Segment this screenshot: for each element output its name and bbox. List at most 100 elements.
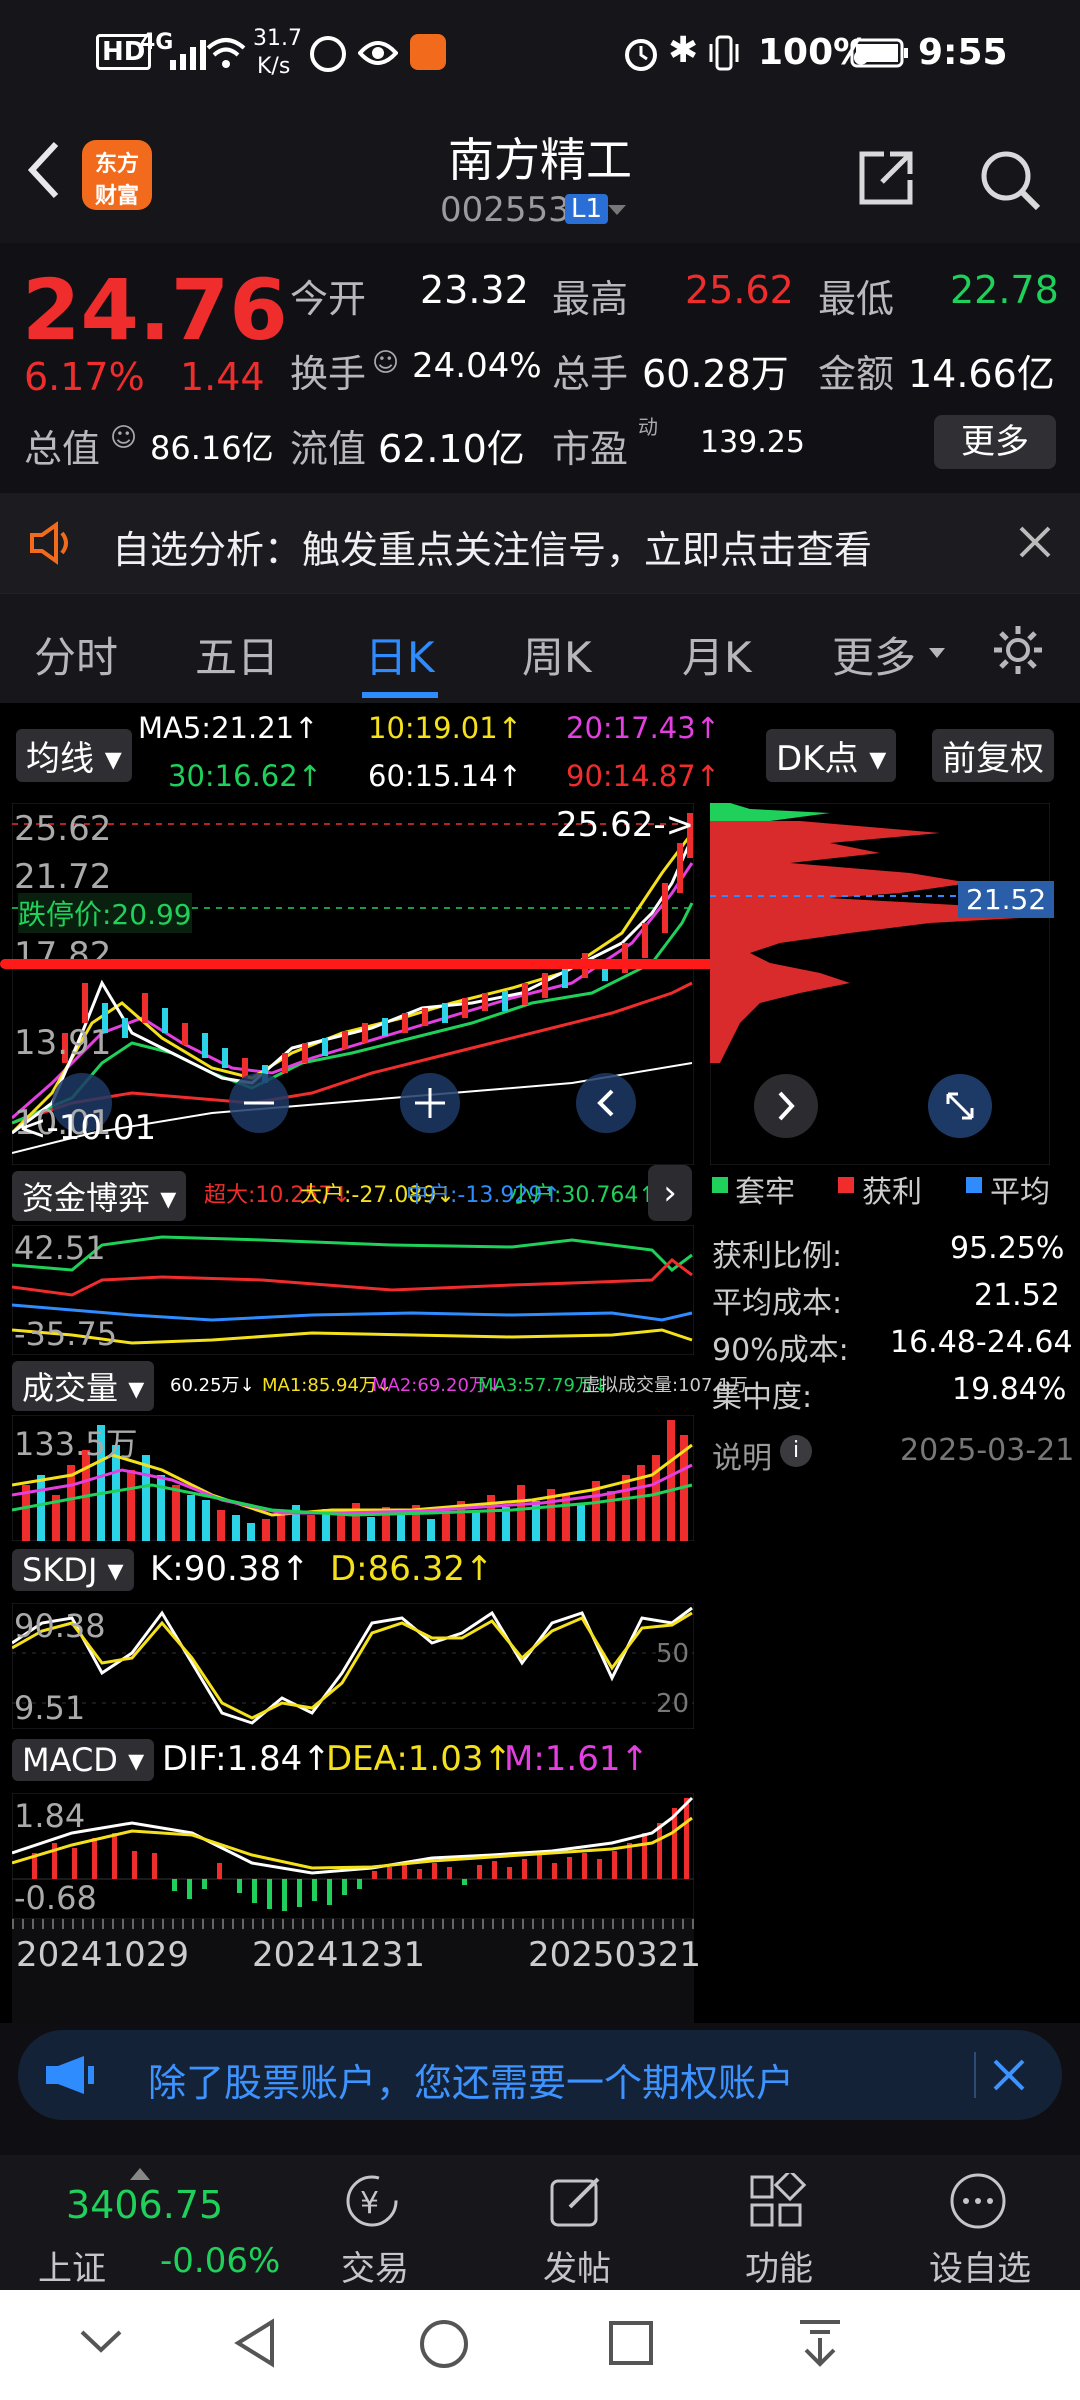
battery-icon bbox=[850, 38, 910, 72]
y-label-2: 21.72 bbox=[14, 857, 112, 897]
amount-label: 金额 bbox=[818, 352, 895, 396]
level-badge[interactable]: L1 bbox=[565, 194, 609, 224]
trade-icon[interactable]: ¥ bbox=[342, 2173, 406, 2233]
app-icon bbox=[410, 34, 446, 70]
macd-dif: DIF:1.84↑ bbox=[162, 1739, 331, 1779]
tab-five-day[interactable]: 五日 bbox=[195, 624, 279, 685]
concentration-value: 19.84% bbox=[952, 1372, 1067, 1407]
banner-text: 除了股票账户，您还需要一个期权账户 bbox=[148, 2061, 795, 2105]
eye-icon bbox=[357, 38, 399, 72]
float-label: 流值 bbox=[290, 427, 367, 471]
tab-more[interactable]: 更多 bbox=[832, 624, 916, 685]
tab-weekly-k[interactable]: 周K bbox=[522, 624, 592, 685]
ma10-value: 10:19.01↑ bbox=[368, 711, 522, 745]
chevron-down-icon[interactable] bbox=[928, 644, 946, 663]
cost90-label: 90%成本: bbox=[712, 1333, 849, 1368]
adjust-price-button[interactable]: 前复权 bbox=[932, 729, 1054, 782]
macd-chart[interactable] bbox=[12, 1793, 694, 1919]
fund-game-label: 资金博弈 bbox=[22, 1179, 151, 1217]
skdj-y-bottom: 9.51 bbox=[14, 1689, 86, 1727]
svg-text:¥: ¥ bbox=[360, 2186, 379, 2221]
fund-game-button[interactable]: 资金博弈 ▾ bbox=[12, 1171, 187, 1221]
ma-indicator-button[interactable]: 均线 ▾ bbox=[16, 729, 132, 782]
volume-virtual: 虚拟成交量:107.1万 bbox=[582, 1375, 748, 1396]
edit-icon[interactable] bbox=[548, 2173, 608, 2233]
date-axis: 20241029 20241231 20250321 bbox=[12, 1919, 701, 2023]
legend-profit: 获利 bbox=[862, 1175, 922, 1210]
tab-daily-k[interactable]: 日K bbox=[365, 624, 435, 685]
nav-add-watchlist[interactable]: 设自选 bbox=[910, 2241, 1050, 2290]
recent-apps-icon[interactable] bbox=[608, 2320, 654, 2370]
index-change: -0.06% bbox=[160, 2241, 281, 2281]
close-icon[interactable] bbox=[1018, 525, 1052, 563]
ma20-value: 20:17.43↑ bbox=[566, 711, 720, 745]
speaker-icon bbox=[28, 521, 78, 569]
note-label[interactable]: 说明 bbox=[712, 1433, 772, 1477]
fund-small: 小户:30.764↑ bbox=[510, 1183, 657, 1208]
y-label-4: 13.91 bbox=[14, 1023, 112, 1063]
info-icon[interactable]: i bbox=[780, 1435, 812, 1467]
skdj-chart[interactable] bbox=[12, 1603, 694, 1729]
mktcap-value: 86.16亿 bbox=[150, 429, 274, 467]
fund-y-top: 42.51 bbox=[14, 1229, 106, 1267]
macd-dea: DEA:1.03↑ bbox=[326, 1739, 512, 1779]
cost90-value: 16.48-24.64 bbox=[890, 1325, 1073, 1360]
date-mid: 20241231 bbox=[252, 1935, 426, 1975]
volume-current: 60.25万↓ bbox=[170, 1375, 255, 1396]
dk-point-button[interactable]: DK点 ▾ bbox=[766, 729, 897, 782]
volume-value: 60.28万 bbox=[642, 352, 789, 396]
legend-trapped: 套牢 bbox=[735, 1175, 795, 1210]
macd-m: M:1.61↑ bbox=[504, 1739, 649, 1779]
skdj-label: SKDJ bbox=[22, 1551, 98, 1589]
close-icon[interactable] bbox=[992, 2058, 1026, 2096]
info-icon[interactable]: ☺ bbox=[372, 348, 399, 378]
skdj-button[interactable]: SKDJ ▾ bbox=[12, 1549, 134, 1591]
more-button[interactable]: 更多 bbox=[934, 415, 1056, 469]
dk-point-label: DK点 bbox=[776, 739, 859, 779]
vibrate-icon bbox=[708, 34, 740, 76]
limit-down-price: 跌停价:20.99 bbox=[18, 893, 192, 933]
high-marker: 25.62-> bbox=[556, 805, 695, 845]
chevron-down-icon[interactable] bbox=[606, 202, 628, 221]
profit-swatch bbox=[838, 1177, 854, 1193]
ma30-value: 30:16.62↑ bbox=[168, 759, 322, 793]
gear-icon[interactable] bbox=[990, 622, 1046, 682]
high-label: 最高 bbox=[552, 277, 629, 321]
avg-cost-label: 21.52 bbox=[958, 881, 1055, 918]
macd-y-top: 1.84 bbox=[14, 1797, 86, 1835]
index-value[interactable]: 3406.75 bbox=[66, 2183, 223, 2227]
analysis-notice[interactable]: 自选分析：触发重点关注信号，立即点击查看 bbox=[0, 493, 1080, 593]
nav-function[interactable]: 功能 bbox=[709, 2241, 849, 2290]
stock-header: 东方 财富 南方精工 002553 L1 bbox=[0, 108, 1080, 243]
grid-icon[interactable] bbox=[748, 2168, 808, 2233]
options-account-banner[interactable]: 除了股票账户，您还需要一个期权账户 bbox=[18, 2030, 1062, 2120]
tab-intraday[interactable]: 分时 bbox=[34, 624, 118, 685]
float-value: 62.10亿 bbox=[378, 427, 525, 471]
volume-button[interactable]: 成交量 ▾ bbox=[12, 1361, 155, 1411]
macd-label: MACD bbox=[22, 1741, 118, 1779]
share-icon[interactable] bbox=[856, 148, 916, 212]
home-nav-icon[interactable] bbox=[418, 2318, 470, 2374]
notification-pull-icon[interactable] bbox=[796, 2318, 844, 2372]
nav-trade[interactable]: 交易 bbox=[305, 2241, 445, 2290]
macd-y-bottom: -0.68 bbox=[14, 1879, 97, 1917]
change-amount: 1.44 bbox=[180, 355, 265, 399]
back-nav-icon[interactable] bbox=[232, 2318, 278, 2372]
pe-label: 市盈 bbox=[552, 427, 629, 471]
more-dots-icon[interactable] bbox=[948, 2173, 1008, 2233]
search-icon[interactable] bbox=[978, 148, 1042, 216]
chip-date: 2025-03-21 bbox=[900, 1433, 1075, 1468]
volume-y-top: 133.5万 bbox=[14, 1425, 138, 1463]
chevron-right-icon[interactable]: › bbox=[648, 1165, 692, 1221]
tab-monthly-k[interactable]: 月K bbox=[682, 624, 752, 685]
nav-post[interactable]: 发帖 bbox=[507, 2241, 647, 2290]
hide-keyboard-icon[interactable] bbox=[78, 2326, 124, 2360]
macd-button[interactable]: MACD ▾ bbox=[12, 1739, 155, 1781]
caret-up-icon bbox=[130, 2165, 150, 2184]
info-icon[interactable]: ☺ bbox=[110, 423, 137, 453]
skdj-ref-50: 50 bbox=[656, 1639, 690, 1669]
chip-distribution-chart[interactable] bbox=[710, 803, 1050, 1165]
legend-average: 平均 bbox=[990, 1175, 1050, 1210]
bottom-nav: 3406.75 上证 -0.06% ¥ 交易 发帖 功能 设自选 bbox=[0, 2155, 1080, 2290]
net-speed: 31.7 bbox=[253, 26, 302, 51]
